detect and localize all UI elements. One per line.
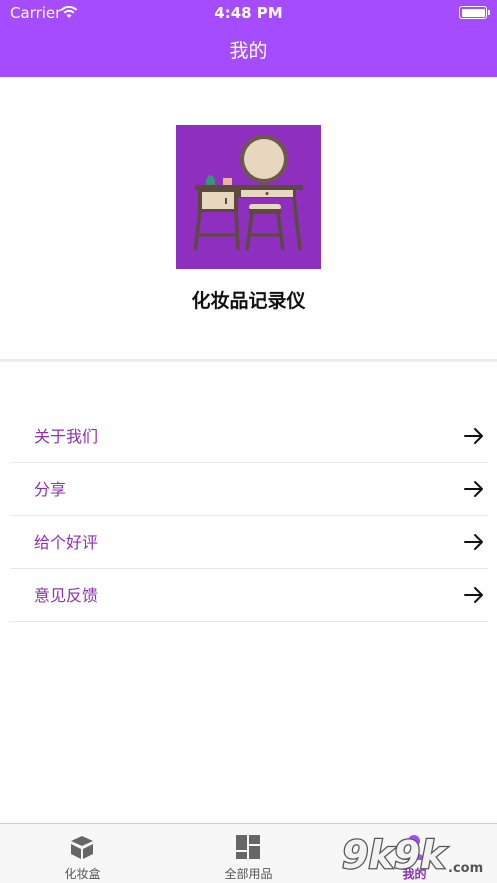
menu-item-rate[interactable]: 给个好评 (10, 516, 488, 569)
battery-icon (459, 6, 490, 19)
arrow-right-icon (464, 534, 483, 550)
arrow-right-icon (464, 428, 483, 444)
tab-label: 全部用品 (224, 867, 273, 881)
status-bar: Carrier 4:48 PM (0, 0, 497, 26)
menu-item-label: 分享 (34, 480, 67, 499)
vanity-table-icon (176, 125, 321, 269)
app-name: 化妆品记录仪 (191, 290, 306, 312)
menu-item-share[interactable]: 分享 (10, 463, 488, 516)
svg-text:9k9k: 9k9k (342, 833, 448, 877)
tab-label: 化妆盒 (64, 867, 101, 881)
svg-text:.com: .com (448, 861, 483, 876)
nav-bar: 我的 (0, 26, 497, 77)
menu-item-label: 给个好评 (34, 533, 99, 552)
tab-makeup-box[interactable]: 化妆盒 (0, 824, 165, 883)
section-divider (0, 359, 497, 362)
arrow-right-icon (464, 587, 483, 603)
clock: 4:48 PM (214, 4, 283, 22)
grid-icon (236, 835, 260, 859)
tab-all-products[interactable]: 全部用品 (166, 824, 331, 883)
menu-item-label: 意见反馈 (34, 586, 99, 605)
watermark-logo: 9k9k .com (341, 832, 483, 879)
menu-item-label: 关于我们 (34, 427, 99, 446)
page-title: 我的 (229, 40, 268, 62)
settings-menu: 关于我们 分享 给个好评 意见反馈 (10, 410, 488, 622)
box-icon (71, 836, 93, 859)
arrow-right-icon (464, 481, 483, 497)
menu-item-about-us[interactable]: 关于我们 (10, 410, 488, 463)
menu-item-feedback[interactable]: 意见反馈 (10, 569, 488, 622)
